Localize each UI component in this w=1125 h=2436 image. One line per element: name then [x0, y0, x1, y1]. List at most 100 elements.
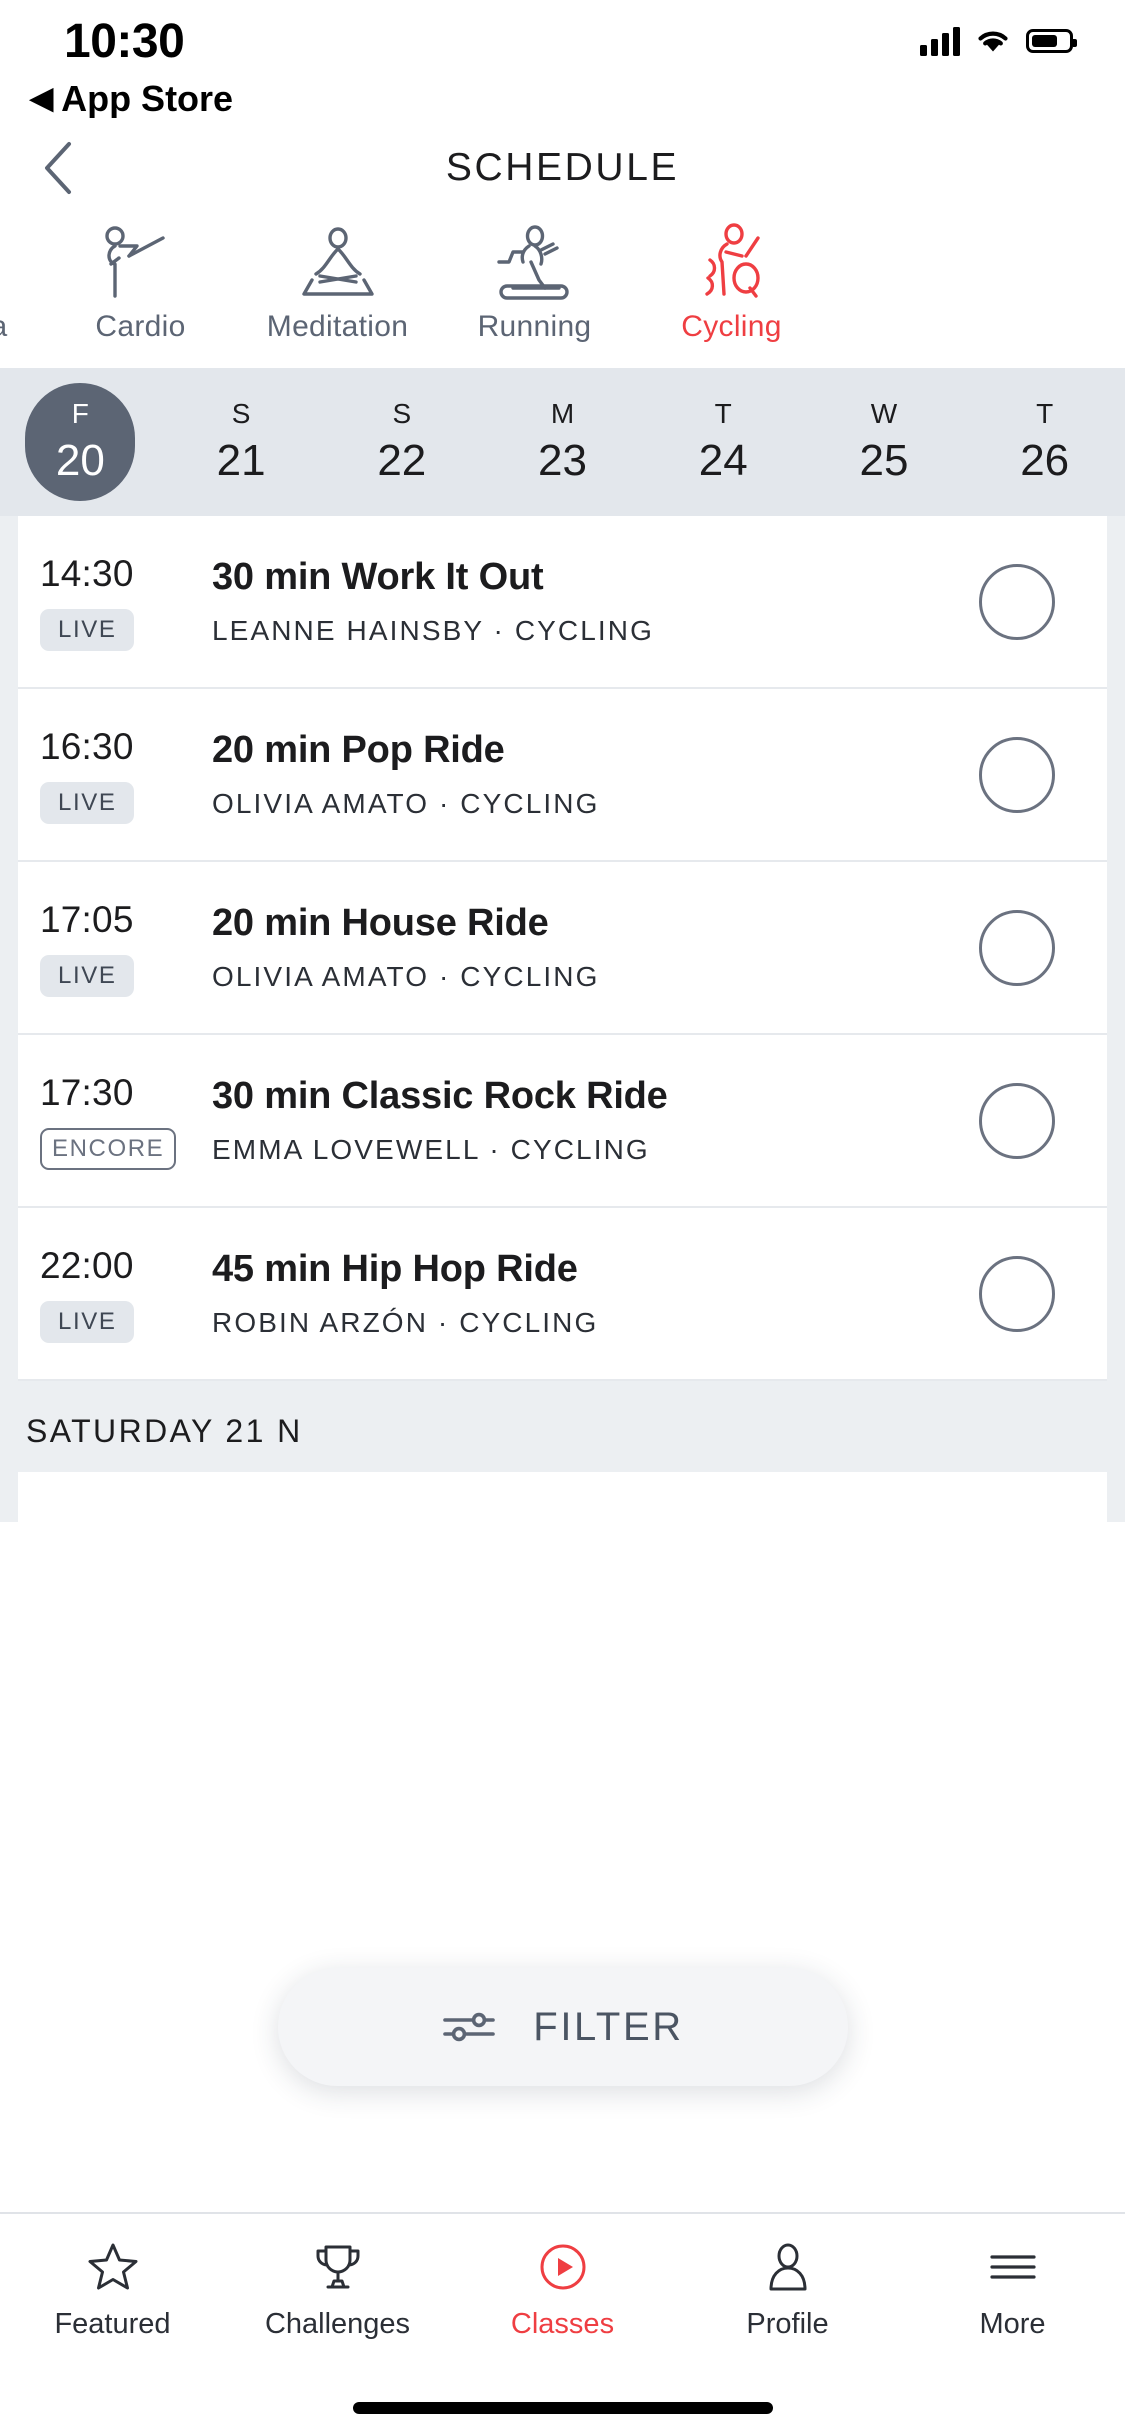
- category-tab-meditation[interactable]: Meditation: [239, 218, 436, 344]
- status-bar-time: 10:30: [64, 15, 185, 68]
- class-time-block: 16:30 LIVE: [40, 726, 195, 824]
- tab-classes[interactable]: Classes: [450, 2238, 675, 2341]
- day-section-header: SATURDAY 21 N: [0, 1381, 1125, 1472]
- date-number: 26: [1020, 436, 1070, 485]
- filter-button-container: FILTER: [0, 1968, 1125, 2086]
- date-item-25[interactable]: W 25: [804, 368, 965, 516]
- empty-circle-icon[interactable]: [979, 909, 1055, 986]
- date-dow: T: [714, 398, 732, 429]
- back-triangle-icon: ◀: [30, 82, 54, 115]
- home-indicator: [352, 2402, 773, 2414]
- category-tab-cardio[interactable]: Cardio: [42, 218, 239, 344]
- tab-profile[interactable]: Profile: [675, 2238, 900, 2341]
- status-badge: LIVE: [40, 608, 135, 651]
- class-info: 45 min Hip Hop Ride ROBIN ARZÓN · CYCLIN…: [195, 1248, 979, 1339]
- yoga-icon: [0, 224, 30, 300]
- category-tabs[interactable]: oga Cardio: [0, 218, 1125, 368]
- class-time: 22:00: [40, 1244, 134, 1286]
- class-info: 30 min Work It Out LEANNE HAINSBY · CYCL…: [195, 556, 979, 647]
- date-dow: W: [870, 398, 898, 429]
- class-subtitle: ROBIN ARZÓN · CYCLING: [212, 1307, 599, 1338]
- class-subtitle: OLIVIA AMATO · CYCLING: [212, 788, 600, 819]
- tab-label-more: More: [979, 2308, 1046, 2340]
- date-number: 21: [216, 436, 266, 485]
- trophy-icon: [312, 2238, 364, 2296]
- date-dow: M: [550, 398, 575, 429]
- chevron-left-icon: [45, 142, 71, 194]
- filter-label: FILTER: [533, 2004, 684, 2049]
- class-info: 20 min Pop Ride OLIVIA AMATO · CYCLING: [195, 729, 979, 820]
- tab-label-classes: Classes: [510, 2308, 615, 2340]
- date-item-21[interactable]: S 21: [161, 368, 322, 516]
- category-label-running: Running: [477, 310, 592, 343]
- date-item-20[interactable]: F 20: [0, 368, 161, 516]
- class-time: 17:30: [40, 1071, 134, 1113]
- class-row[interactable]: 17:30 ENCORE 30 min Classic Rock Ride EM…: [18, 1035, 1107, 1208]
- class-time-block: 17:30 ENCORE: [40, 1072, 195, 1170]
- tab-label-profile: Profile: [746, 2308, 829, 2340]
- status-badge: LIVE: [40, 781, 135, 824]
- date-item-24[interactable]: T 24: [643, 368, 804, 516]
- date-number: 22: [377, 436, 427, 485]
- star-icon: [86, 2238, 140, 2296]
- class-time-block: 14:30 LIVE: [40, 553, 195, 651]
- play-circle-icon: [537, 2238, 589, 2296]
- date-dow: S: [392, 398, 412, 429]
- date-item-26[interactable]: T 26: [964, 368, 1125, 516]
- category-tab-yoga[interactable]: oga: [0, 218, 42, 344]
- class-time: 17:05: [40, 898, 134, 940]
- page-header: SCHEDULE: [0, 118, 1125, 218]
- person-icon: [762, 2238, 814, 2296]
- date-number: 23: [538, 436, 587, 485]
- date-dow: S: [231, 398, 251, 429]
- class-row[interactable]: 16:30 LIVE 20 min Pop Ride OLIVIA AMATO …: [18, 689, 1107, 862]
- tab-featured[interactable]: Featured: [0, 2238, 225, 2341]
- class-row[interactable]: 14:30 LIVE 30 min Work It Out LEANNE HAI…: [18, 516, 1107, 689]
- empty-circle-icon[interactable]: [979, 736, 1055, 813]
- category-label-cycling: Cycling: [681, 310, 782, 343]
- class-time-block: 22:00 LIVE: [40, 1245, 195, 1343]
- return-app-label: App Store: [61, 78, 234, 119]
- filter-button[interactable]: FILTER: [277, 1968, 848, 2086]
- date-dow: T: [1036, 398, 1054, 429]
- category-label-meditation: Meditation: [266, 310, 409, 343]
- tab-more[interactable]: More: [900, 2238, 1125, 2341]
- empty-circle-icon[interactable]: [979, 1082, 1055, 1159]
- status-badge: LIVE: [40, 1300, 135, 1343]
- date-dow: F: [71, 398, 89, 429]
- class-info: 20 min House Ride OLIVIA AMATO · CYCLING: [195, 902, 979, 993]
- date-item-22[interactable]: S 22: [321, 368, 482, 516]
- class-title: 30 min Classic Rock Ride: [212, 1075, 668, 1117]
- class-subtitle: LEANNE HAINSBY · CYCLING: [212, 615, 654, 646]
- hamburger-icon: [986, 2238, 1040, 2296]
- meditation-icon: [286, 224, 390, 300]
- back-button[interactable]: [26, 136, 90, 200]
- wifi-icon: [978, 31, 1008, 52]
- empty-circle-icon[interactable]: [979, 1255, 1055, 1332]
- class-subtitle: EMMA LOVEWELL · CYCLING: [212, 1134, 650, 1165]
- category-label-cardio: Cardio: [95, 310, 186, 343]
- cardio-icon: [93, 224, 189, 300]
- tab-label-challenges: Challenges: [264, 2308, 411, 2340]
- empty-circle-icon[interactable]: [979, 563, 1055, 640]
- category-tab-cycling[interactable]: Cycling: [633, 218, 830, 344]
- tab-challenges[interactable]: Challenges: [225, 2238, 450, 2341]
- class-time-block: 17:05 LIVE: [40, 899, 195, 997]
- date-strip[interactable]: F 20 S 21 S 22 M 23 T 24 W 25 T 26: [0, 368, 1125, 516]
- running-treadmill-icon: [483, 224, 587, 300]
- cellular-signal-icon: [920, 26, 960, 56]
- class-time: 16:30: [40, 725, 134, 767]
- status-bar-indicators: [920, 26, 1077, 56]
- bottom-tab-bar[interactable]: Featured Challenges Classes Profile More: [0, 2212, 1125, 2436]
- date-item-23[interactable]: M 23: [482, 368, 643, 516]
- next-day-card-top: [18, 1472, 1107, 1522]
- category-tab-running[interactable]: Running: [436, 218, 633, 344]
- class-info: 30 min Classic Rock Ride EMMA LOVEWELL ·…: [195, 1075, 979, 1166]
- class-row[interactable]: 17:05 LIVE 20 min House Ride OLIVIA AMAT…: [18, 862, 1107, 1035]
- page-title: SCHEDULE: [445, 146, 680, 189]
- date-number: 20: [55, 436, 105, 485]
- date-number: 25: [859, 436, 909, 485]
- class-row[interactable]: 22:00 LIVE 45 min Hip Hop Ride ROBIN ARZ…: [18, 1208, 1107, 1381]
- return-to-app-store-link[interactable]: ◀ App Store: [30, 78, 233, 120]
- class-title: 30 min Work It Out: [212, 556, 544, 598]
